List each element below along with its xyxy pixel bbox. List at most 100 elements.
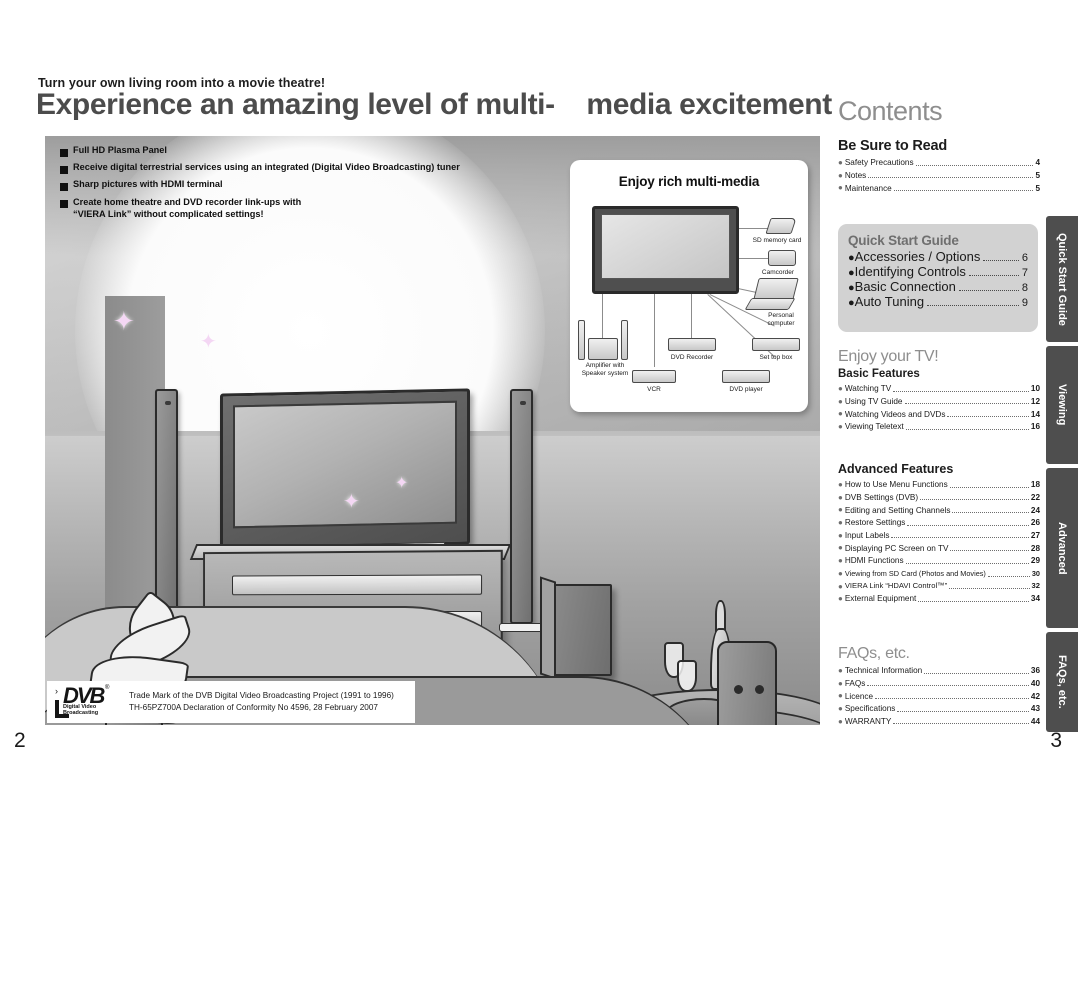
side-tab-viewing[interactable]: Viewing <box>1046 346 1078 464</box>
toc-item[interactable]: ● Safety Precautions 4 <box>838 157 1040 168</box>
feature-item-label: Receive digital terrestrial services usi… <box>73 162 460 172</box>
toc-item[interactable]: ● Basic Connection 8 <box>848 280 1028 295</box>
toc-list: ●Safety Precautions4 (Warning / Caution)… <box>838 157 1040 194</box>
diagram-label-dvd-player: DVD player <box>729 386 763 393</box>
armchair-post-right <box>717 641 777 725</box>
toc-item[interactable]: ● Identifying Controls 7 <box>848 264 1028 280</box>
leader-dots <box>897 710 1029 712</box>
camcorder-icon <box>768 250 796 266</box>
toc-item[interactable]: ● Watching Videos and DVDs 14 <box>838 408 1040 419</box>
laptop-icon <box>753 278 799 300</box>
quick-start-guide-box: Quick Start Guide ● Accessories / Options… <box>838 224 1038 332</box>
dvb-arrow-icon: › <box>55 686 58 696</box>
toc-item[interactable]: ● Editing and Setting Channels 24 <box>838 504 1040 515</box>
section-advanced-features: Advanced Features ● How to Use Menu Funct… <box>838 462 1040 604</box>
toc-item[interactable]: ● How to Use Menu Functions 18 <box>838 479 1040 490</box>
sd-card-icon <box>765 218 797 234</box>
toc-item[interactable]: ● WARRANTY 44 <box>838 716 1040 727</box>
leader-dots <box>950 550 1029 552</box>
toc-item[interactable]: ● Input Labels 27 <box>838 530 1040 541</box>
tower-speaker-right <box>510 389 533 624</box>
bullet-dot-icon: ● <box>838 716 843 726</box>
leader-dots <box>952 512 1029 514</box>
wine-glass-2 <box>677 660 697 692</box>
toc-item[interactable]: ● Auto Tuning 9 <box>848 295 1028 310</box>
contents-heading: Contents <box>838 96 943 126</box>
feature-list: Full HD Plasma Panel Receive digital ter… <box>60 144 560 221</box>
dvb-trademark-box: › DVB ® Digital Video Broadcasting Trade… <box>47 681 415 723</box>
toc-item[interactable]: ● Viewing Teletext 16 <box>838 421 1040 432</box>
tower-speaker-left <box>155 389 178 624</box>
bullet-dot-icon: ● <box>838 704 843 714</box>
subwoofer <box>540 576 612 680</box>
diagram-label-pc: Personal computer <box>767 312 795 328</box>
leader-dots <box>893 723 1029 725</box>
dvb-corner-icon <box>55 700 69 718</box>
toc-item[interactable]: ● Viewing from SD Card (Photos and Movies… <box>838 568 1040 579</box>
tv-screen <box>233 400 457 529</box>
toc-item[interactable]: ● Notes 5 <box>838 170 1040 181</box>
toc-item[interactable]: ● Watching TV 10 <box>838 383 1040 394</box>
bullet-dot-icon: ● <box>848 252 855 265</box>
toc-item[interactable]: ● Technical Information 36 <box>838 665 1040 676</box>
leader-dots <box>920 499 1029 501</box>
bullet-dot-icon: ● <box>838 691 843 701</box>
dvb-trademark-line-2: TH-65PZ700A Declaration of Conformity No… <box>129 703 378 712</box>
toc-item[interactable]: ● Specifications 43 <box>838 703 1040 714</box>
toc-item[interactable]: ● Accessories / Options 6 <box>848 249 1028 265</box>
toc-item[interactable]: ● Restore Settings 26 <box>838 517 1040 528</box>
section-heading: FAQs, etc. <box>838 645 910 662</box>
laptop-base-icon <box>744 298 796 310</box>
bullet-dot-icon: ● <box>838 556 843 566</box>
bullet-dot-icon: ● <box>838 666 843 675</box>
dvd-player-icon <box>722 370 770 383</box>
toc-list: ● Technical Information 36 ● FAQs 40 ● Licenc… <box>838 665 1040 727</box>
speaker-icon-left <box>578 320 585 360</box>
feature-item-label: Full HD Plasma Panel <box>73 145 167 155</box>
toc-item[interactable]: ● Licence 42 <box>838 690 1040 701</box>
diagram-label-vcr: VCR <box>647 386 661 393</box>
wire <box>601 294 603 344</box>
toc-list: ●How to Use Menu Functions18 (picture, s… <box>838 479 1040 604</box>
leader-dots <box>905 428 1029 430</box>
bullet-dot-icon: ● <box>848 267 855 280</box>
leader-dots <box>958 289 1019 291</box>
section-subheading: Basic Features <box>838 368 920 380</box>
vcr-icon <box>632 370 676 383</box>
right-page-contents: Contents Be Sure to Read ● Safety Precaut… <box>828 0 1080 763</box>
left-page: Turn your own living room into a movie t… <box>0 0 832 763</box>
bullet-square-icon <box>60 149 68 157</box>
side-tab-faqs[interactable]: FAQs, etc. <box>1046 632 1078 732</box>
bullet-dot-icon: ● <box>838 594 843 604</box>
bullet-dot-icon: ● <box>838 183 843 193</box>
leader-dots <box>904 403 1029 405</box>
section-heading: Be Sure to Read <box>838 138 947 154</box>
toc-item[interactable]: ● Using TV Guide 12 <box>838 396 1040 407</box>
multimedia-diagram-card: Enjoy rich multi-media SD memory card Ca… <box>570 160 808 412</box>
side-tab-quick-start-guide[interactable]: Quick Start Guide <box>1046 216 1078 342</box>
bullet-dot-icon: ● <box>838 530 843 540</box>
toc-item[interactable]: ● Displaying PC Screen on TV 28 <box>838 542 1040 553</box>
toc-item[interactable]: ● VIERA Link “HDAVI Control™” 32 <box>838 581 1040 592</box>
quick-start-guide-heading: Quick Start Guide <box>848 233 959 248</box>
speaker-foot-right <box>499 623 545 632</box>
leader-dots <box>893 190 1034 192</box>
diagram-label-sd-card: SD memory card <box>752 237 802 244</box>
leader-dots <box>949 486 1029 488</box>
toc-item[interactable]: ● External Equipment 34 <box>838 593 1040 604</box>
toc-item[interactable]: ● FAQs 40 <box>838 678 1040 689</box>
side-tab-advanced[interactable]: Advanced <box>1046 468 1078 628</box>
manual-spread: Turn your own living room into a movie t… <box>0 0 1080 763</box>
toc-item[interactable]: ● HDMI Functions 29 <box>838 555 1040 566</box>
bullet-dot-icon: ● <box>838 158 843 167</box>
amplifier-icon <box>588 338 618 360</box>
section-enjoy-your-tv: Enjoy your TV! Basic Features ● Watching … <box>838 348 1040 432</box>
leader-dots <box>868 177 1034 179</box>
toc-item[interactable]: ● DVB Settings (DVB) 22 <box>838 492 1040 503</box>
feature-item-label: Create home theatre and DVD recorder lin… <box>73 197 302 220</box>
toc-item[interactable]: ● Maintenance 5 <box>838 182 1040 193</box>
speaker-icon-right <box>621 320 628 360</box>
registered-icon: ® <box>105 685 110 691</box>
plasma-tv <box>220 388 470 550</box>
leader-dots <box>949 588 1030 590</box>
